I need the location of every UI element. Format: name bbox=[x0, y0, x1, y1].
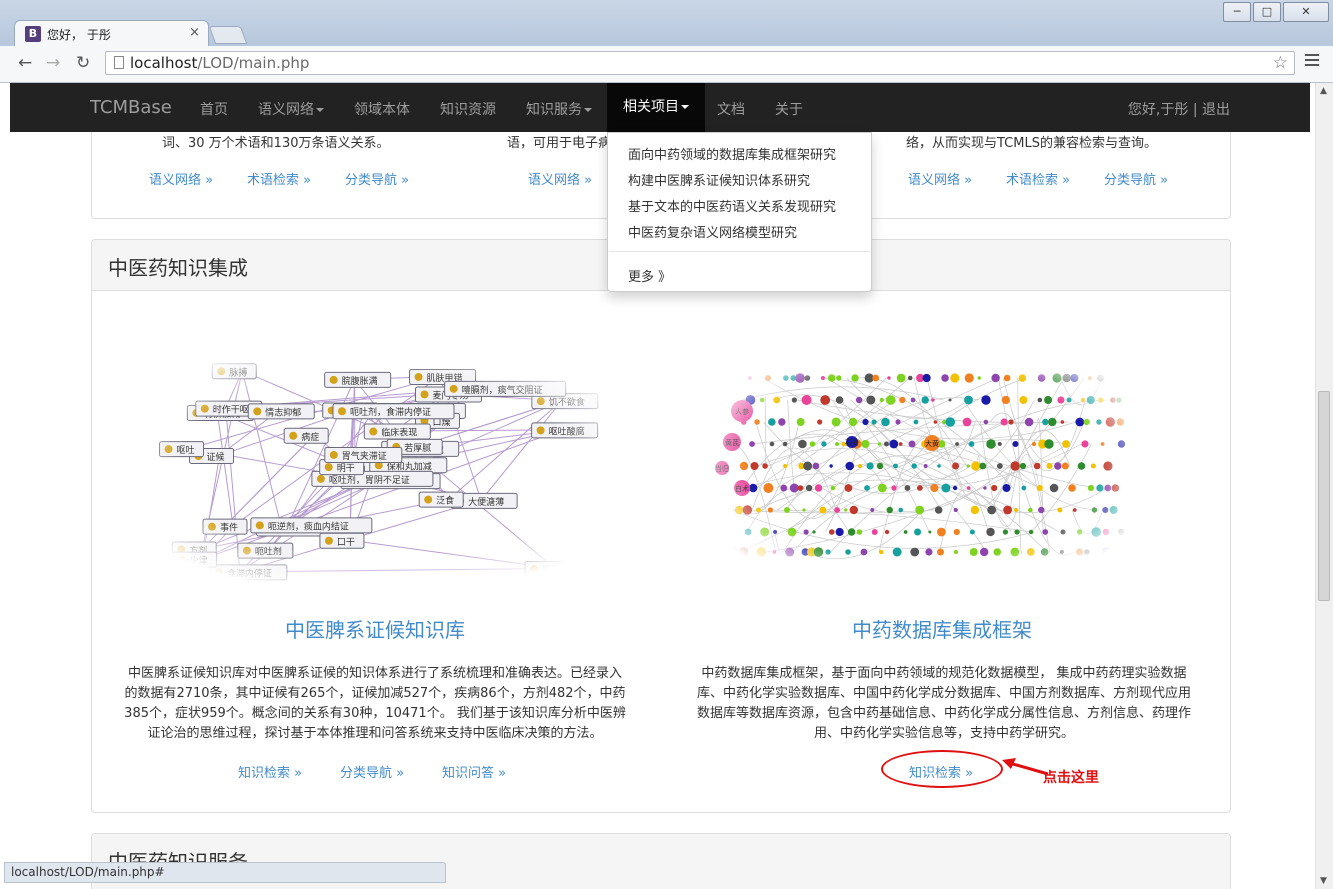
desc-line: 证论治的思维过程，探讨基于本体推理和问答系统来支持中医临床决策的方法。 bbox=[147, 726, 603, 741]
url-host: localhost bbox=[130, 54, 198, 72]
new-tab-button[interactable] bbox=[208, 26, 248, 44]
desc-line: 的数据有2710条，其中证候有265个，证候加减527个，疾病86个，方剂482… bbox=[124, 686, 626, 701]
dropdown-item-more[interactable]: 更多 》 bbox=[628, 266, 671, 285]
dropdown-item-complex-network-model[interactable]: 中医药复杂语义网络模型研究 bbox=[628, 222, 797, 241]
tab-close-icon[interactable]: × bbox=[189, 25, 200, 40]
maximize-button[interactable]: □ bbox=[1253, 2, 1281, 22]
reload-icon[interactable]: ↻ bbox=[76, 53, 90, 73]
col1-category-nav-link[interactable]: 分类导航 » bbox=[345, 169, 409, 188]
dropdown-divider bbox=[609, 251, 870, 252]
col3-term-search-link[interactable]: 术语检索 » bbox=[1006, 169, 1070, 188]
col2-description: 语，可用于电子病 bbox=[507, 136, 612, 151]
desc-line: 用、中药化学实验信息等，支持中药学研究。 bbox=[813, 726, 1074, 741]
col2-semantic-network-link[interactable]: 语义网络 » bbox=[528, 169, 592, 188]
related-projects-dropdown: 面向中药领域的数据库集成框架研究 构建中医脾系证候知识体系研究 基于文本的中医药… bbox=[607, 132, 872, 292]
browser-toolbar: ← → ↻ localhost/LOD/main.php ☆ bbox=[0, 46, 1333, 83]
spleen-syndrome-knowledge-graph-image: 益气清热疏肝法行痹加减痞症剂方剂通痹汤加减形体消瘦肌肤甲错呕逆剂，胃阴不足证麦门… bbox=[120, 345, 630, 585]
left-category-nav-link[interactable]: 分类导航 » bbox=[340, 762, 404, 781]
highlight-oval bbox=[881, 750, 1003, 788]
url-path: /LOD/main.php bbox=[197, 54, 310, 72]
user-greeting-logout[interactable]: 您好,于彤 | 退出 bbox=[1128, 99, 1230, 119]
bookmark-star-icon[interactable]: ☆ bbox=[1273, 53, 1288, 73]
nav-semantic-network[interactable]: 语义网络 bbox=[258, 99, 324, 119]
browser-tab[interactable]: B 您好， 于彤 × bbox=[14, 20, 209, 46]
dropdown-item-herb-db-framework[interactable]: 面向中药领域的数据库集成框架研究 bbox=[628, 144, 836, 163]
click-here-annotation: 点击这里 bbox=[1043, 770, 1099, 786]
herb-database-framework-description: 中药数据库集成框架，基于面向中药领域的规范化数据模型， 集成中药药理实验数据 库… bbox=[674, 664, 1214, 744]
close-window-button[interactable]: ✕ bbox=[1283, 2, 1329, 22]
page-scrollbar[interactable]: ▲ ▼ bbox=[1315, 83, 1333, 889]
desc-line: 中药数据库集成框架，基于面向中药领域的规范化数据模型， 集成中药药理实验数据 bbox=[701, 666, 1187, 681]
nav-label: 语义网络 bbox=[258, 102, 314, 118]
herb-database-framework-title[interactable]: 中药数据库集成框架 bbox=[662, 614, 1222, 643]
nav-home[interactable]: 首页 bbox=[200, 99, 228, 119]
left-knowledge-qa-link[interactable]: 知识问答 » bbox=[442, 762, 506, 781]
nav-label: 知识资源 bbox=[440, 102, 496, 118]
col1-description: 词、30 万个术语和130万条语义关系。 bbox=[162, 136, 390, 151]
browser-status-bar: localhost/LOD/main.php# bbox=[4, 862, 446, 883]
col3-category-nav-link[interactable]: 分类导航 » bbox=[1104, 169, 1168, 188]
spleen-syndrome-kb-description: 中医脾系证候知识库对中医脾系证候的知识体系进行了系统梳理和准确表达。已经录入 的… bbox=[102, 664, 648, 744]
nav-label: 关于 bbox=[775, 102, 803, 118]
bootstrap-favicon-icon: B bbox=[25, 26, 41, 42]
scroll-down-arrow-icon[interactable]: ▼ bbox=[1320, 876, 1327, 886]
url-text[interactable]: localhost/LOD/main.php bbox=[130, 54, 309, 72]
browser-titlebar: B 您好， 于彤 × ─ □ ✕ bbox=[0, 0, 1333, 47]
nav-knowledge-services[interactable]: 知识服务 bbox=[526, 99, 592, 119]
page-viewport: 词、30 万个术语和130万条语义关系。 语，可用于电子病 络，从而实现与TCM… bbox=[0, 83, 1316, 889]
col1-semantic-network-link[interactable]: 语义网络 » bbox=[149, 169, 213, 188]
forward-arrow-icon[interactable]: → bbox=[46, 53, 60, 73]
nav-label: 文档 bbox=[717, 102, 745, 118]
tcm-knowledge-integration-panel: 中医药知识集成 益气清热疏肝法行痹加减痞症剂方剂通痹汤加减形体消瘦肌肤甲错呕逆剂… bbox=[91, 239, 1231, 813]
page-icon bbox=[114, 56, 124, 69]
nav-knowledge-resources[interactable]: 知识资源 bbox=[440, 99, 496, 119]
desc-line: 数据库等数据库资源，包含中药基础信息、中药化学成分属性信息、方剂信息、药理作 bbox=[696, 706, 1191, 721]
browser-menu-icon[interactable] bbox=[1305, 54, 1319, 69]
left-knowledge-search-link[interactable]: 知识检索 » bbox=[238, 762, 302, 781]
nav-related-projects[interactable]: 相关项目 bbox=[607, 83, 705, 132]
caret-down-icon bbox=[681, 105, 689, 109]
nav-documents[interactable]: 文档 bbox=[717, 99, 745, 119]
nav-label: 知识服务 bbox=[526, 102, 582, 118]
spleen-syndrome-kb-title[interactable]: 中医脾系证候知识库 bbox=[92, 614, 658, 643]
caret-down-icon bbox=[584, 108, 592, 112]
nav-label: 首页 bbox=[200, 102, 228, 118]
brand-logo[interactable]: TCMBase bbox=[90, 97, 172, 118]
herb-database-network-image: 人参黄芪当归白术大黄石膏 bbox=[702, 338, 1142, 588]
scroll-up-arrow-icon[interactable]: ▲ bbox=[1320, 86, 1327, 96]
dropdown-item-text-relation-discovery[interactable]: 基于文本的中医药语义关系发现研究 bbox=[628, 196, 836, 215]
nav-about[interactable]: 关于 bbox=[775, 99, 803, 119]
desc-line: 中医脾系证候知识库对中医脾系证候的知识体系进行了系统梳理和准确表达。已经录入 bbox=[127, 666, 622, 681]
top-navbar: TCMBase 首页 语义网络 领域本体 知识资源 知识服务 相关项目 文档 关… bbox=[10, 83, 1310, 132]
address-bar[interactable]: localhost/LOD/main.php ☆ bbox=[105, 51, 1295, 75]
desc-line: 库、中药化学实验数据库、中国中药化学成分数据库、中国方剂数据库、方剂现代应用 bbox=[696, 686, 1191, 701]
col1-term-search-link[interactable]: 术语检索 » bbox=[247, 169, 311, 188]
panel-title: 中医药知识集成 bbox=[108, 256, 248, 280]
dropdown-item-spleen-syndrome[interactable]: 构建中医脾系证候知识体系研究 bbox=[628, 170, 810, 189]
desc-line: 385个，症状959个。概念间的关系有30种，10471个。 我们基于该知识库分… bbox=[124, 706, 626, 721]
col3-semantic-network-link[interactable]: 语义网络 » bbox=[908, 169, 972, 188]
caret-down-icon bbox=[316, 108, 324, 112]
scrollbar-thumb[interactable] bbox=[1318, 391, 1330, 601]
tab-title: 您好， 于彤 bbox=[47, 28, 111, 42]
back-arrow-icon[interactable]: ← bbox=[18, 53, 32, 73]
col3-description: 络，从而实现与TCMLS的兼容检索与查询。 bbox=[906, 136, 1157, 151]
nav-domain-ontology[interactable]: 领域本体 bbox=[354, 99, 410, 119]
window-controls: ─ □ ✕ bbox=[1221, 2, 1329, 22]
nav-label: 相关项目 bbox=[623, 99, 679, 115]
nav-label: 领域本体 bbox=[354, 102, 410, 118]
minimize-button[interactable]: ─ bbox=[1223, 2, 1251, 22]
